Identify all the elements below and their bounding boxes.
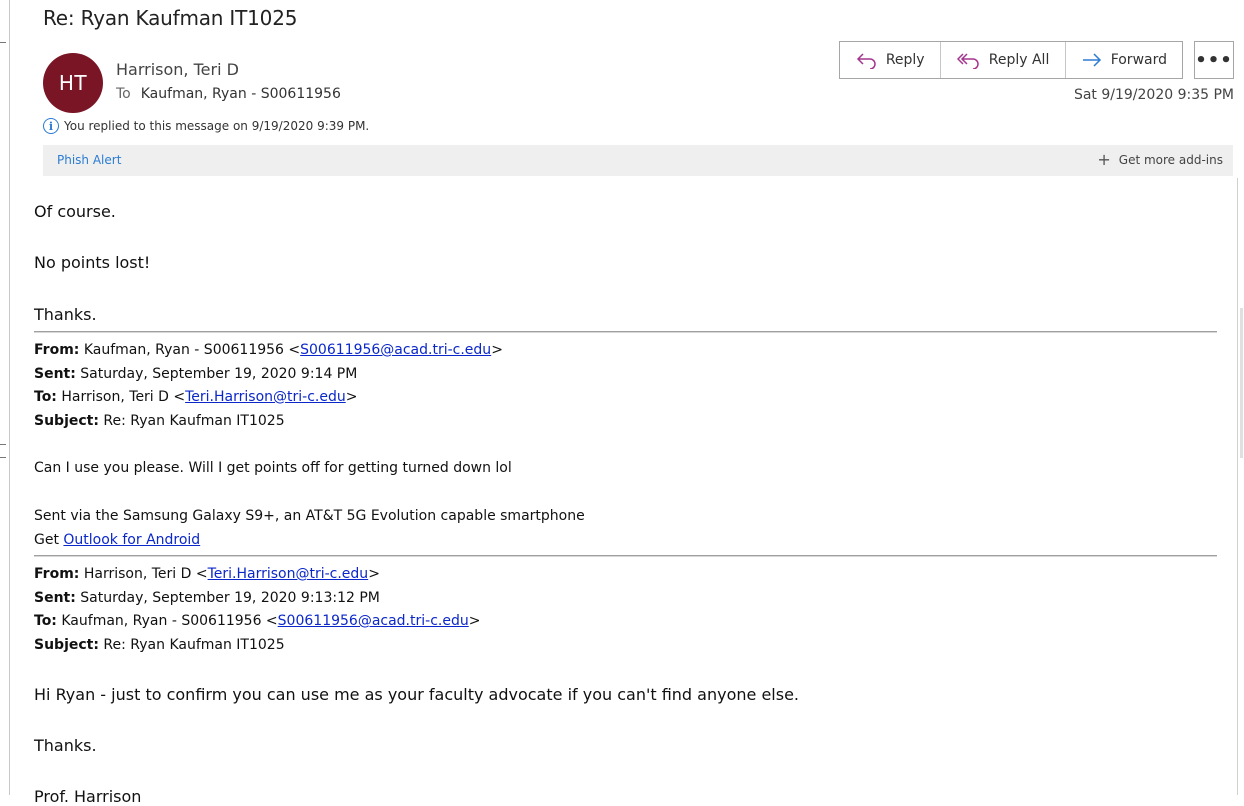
quote-sent: Sent: Saturday, September 19, 2020 9:13:… — [34, 590, 380, 606]
replied-info-text: You replied to this message on 9/19/2020… — [64, 119, 370, 133]
email-link[interactable]: Teri.Harrison@tri-c.edu — [185, 389, 346, 405]
bracket: > — [345, 389, 358, 405]
subject-label: Subject: — [34, 413, 99, 429]
pane-marker — [0, 444, 6, 445]
quote-divider — [34, 331, 1217, 333]
replied-info: i You replied to this message on 9/19/20… — [43, 118, 369, 134]
email-link[interactable]: S00611956@acad.tri-c.edu — [300, 342, 491, 358]
to-label: To: — [34, 613, 57, 629]
bracket: > — [491, 342, 503, 358]
quote-thanks: Thanks. — [34, 736, 97, 755]
info-icon: i — [43, 118, 59, 134]
signature-line: Sent via the Samsung Galaxy S9+, an AT&T… — [34, 508, 585, 524]
bracket: > — [368, 566, 380, 582]
to-label: To — [116, 86, 131, 102]
to-name: Kaufman, Ryan - S00611956 < — [61, 613, 278, 629]
quote-text: Can I use you please. Will I get points … — [34, 460, 512, 476]
message-actions: Reply Reply All Forward — [839, 41, 1183, 79]
sent-value: Saturday, September 19, 2020 9:13:12 PM — [80, 590, 380, 606]
message-date: Sat 9/19/2020 9:35 PM — [1073, 87, 1234, 103]
body-line: Thanks. — [34, 305, 97, 324]
quote-signoff: Prof. Harrison — [34, 787, 142, 806]
message-scrollbar[interactable] — [1237, 178, 1244, 795]
sender-name[interactable]: Harrison, Teri D — [116, 60, 239, 79]
to-label: To: — [34, 389, 57, 405]
quote-subject: Subject: Re: Ryan Kaufman IT1025 — [34, 637, 285, 653]
subject-value: Re: Ryan Kaufman IT1025 — [103, 637, 285, 653]
quote-text: Hi Ryan - just to confirm you can use me… — [34, 685, 799, 704]
scrollbar-thumb[interactable] — [1240, 308, 1243, 458]
forward-label: Forward — [1110, 52, 1167, 68]
signature-prefix: Get — [34, 532, 64, 548]
from-label: From: — [34, 566, 80, 582]
get-more-addins-button[interactable]: + Get more add-ins — [1097, 150, 1223, 169]
addins-bar: Phish Alert + Get more add-ins — [43, 145, 1233, 176]
to-name: Harrison, Teri D < — [61, 389, 186, 405]
sent-label: Sent: — [34, 590, 76, 606]
more-actions-button[interactable]: ••• — [1194, 41, 1234, 79]
email-link[interactable]: Teri.Harrison@tri-c.edu — [208, 566, 369, 582]
from-label: From: — [34, 342, 80, 358]
plus-icon: + — [1097, 150, 1111, 169]
pane-marker — [0, 42, 6, 43]
quote-to: To: Harrison, Teri D <Teri.Harrison@tri-… — [34, 389, 357, 405]
reply-all-button[interactable]: Reply All — [941, 42, 1066, 78]
get-more-addins-label: Get more add-ins — [1118, 153, 1223, 167]
outlook-android-link[interactable]: Outlook for Android — [63, 532, 200, 548]
quote-from: From: Harrison, Teri D <Teri.Harrison@tr… — [34, 566, 380, 582]
forward-button[interactable]: Forward — [1066, 42, 1182, 78]
forward-icon — [1082, 53, 1101, 67]
subject-label: Subject: — [34, 637, 99, 653]
quote-sent: Sent: Saturday, September 19, 2020 9:14 … — [34, 366, 357, 382]
bracket: > — [468, 613, 481, 629]
body-line: Of course. — [34, 202, 116, 221]
from-name: Harrison, Teri D < — [83, 566, 208, 582]
recipient-name[interactable]: Kaufman, Ryan - S00611956 — [141, 86, 341, 102]
from-name: Kaufman, Ryan - S00611956 < — [83, 342, 301, 358]
email-link[interactable]: S00611956@acad.tri-c.edu — [278, 613, 469, 629]
phish-alert-button[interactable]: Phish Alert — [57, 153, 121, 167]
sent-label: Sent: — [34, 366, 76, 382]
reply-label: Reply — [885, 52, 925, 68]
pane-marker — [0, 457, 6, 458]
reply-icon — [856, 53, 876, 69]
reply-all-label: Reply All — [988, 52, 1050, 68]
signature-line: Get Outlook for Android — [34, 532, 200, 548]
sent-value: Saturday, September 19, 2020 9:14 PM — [80, 366, 358, 382]
quote-to: To: Kaufman, Ryan - S00611956 <S00611956… — [34, 613, 480, 629]
recipient-line: To Kaufman, Ryan - S00611956 — [116, 86, 341, 102]
quote-divider — [34, 555, 1217, 557]
quote-from: From: Kaufman, Ryan - S00611956 <S006119… — [34, 342, 503, 358]
sender-avatar[interactable]: HT — [43, 53, 103, 113]
quote-subject: Subject: Re: Ryan Kaufman IT1025 — [34, 413, 285, 429]
message-subject: Re: Ryan Kaufman IT1025 — [43, 6, 298, 30]
reply-all-icon — [956, 53, 979, 69]
reply-button[interactable]: Reply — [840, 42, 942, 78]
body-line: No points lost! — [34, 253, 151, 272]
folder-pane-edge — [0, 0, 10, 795]
subject-value: Re: Ryan Kaufman IT1025 — [103, 413, 285, 429]
